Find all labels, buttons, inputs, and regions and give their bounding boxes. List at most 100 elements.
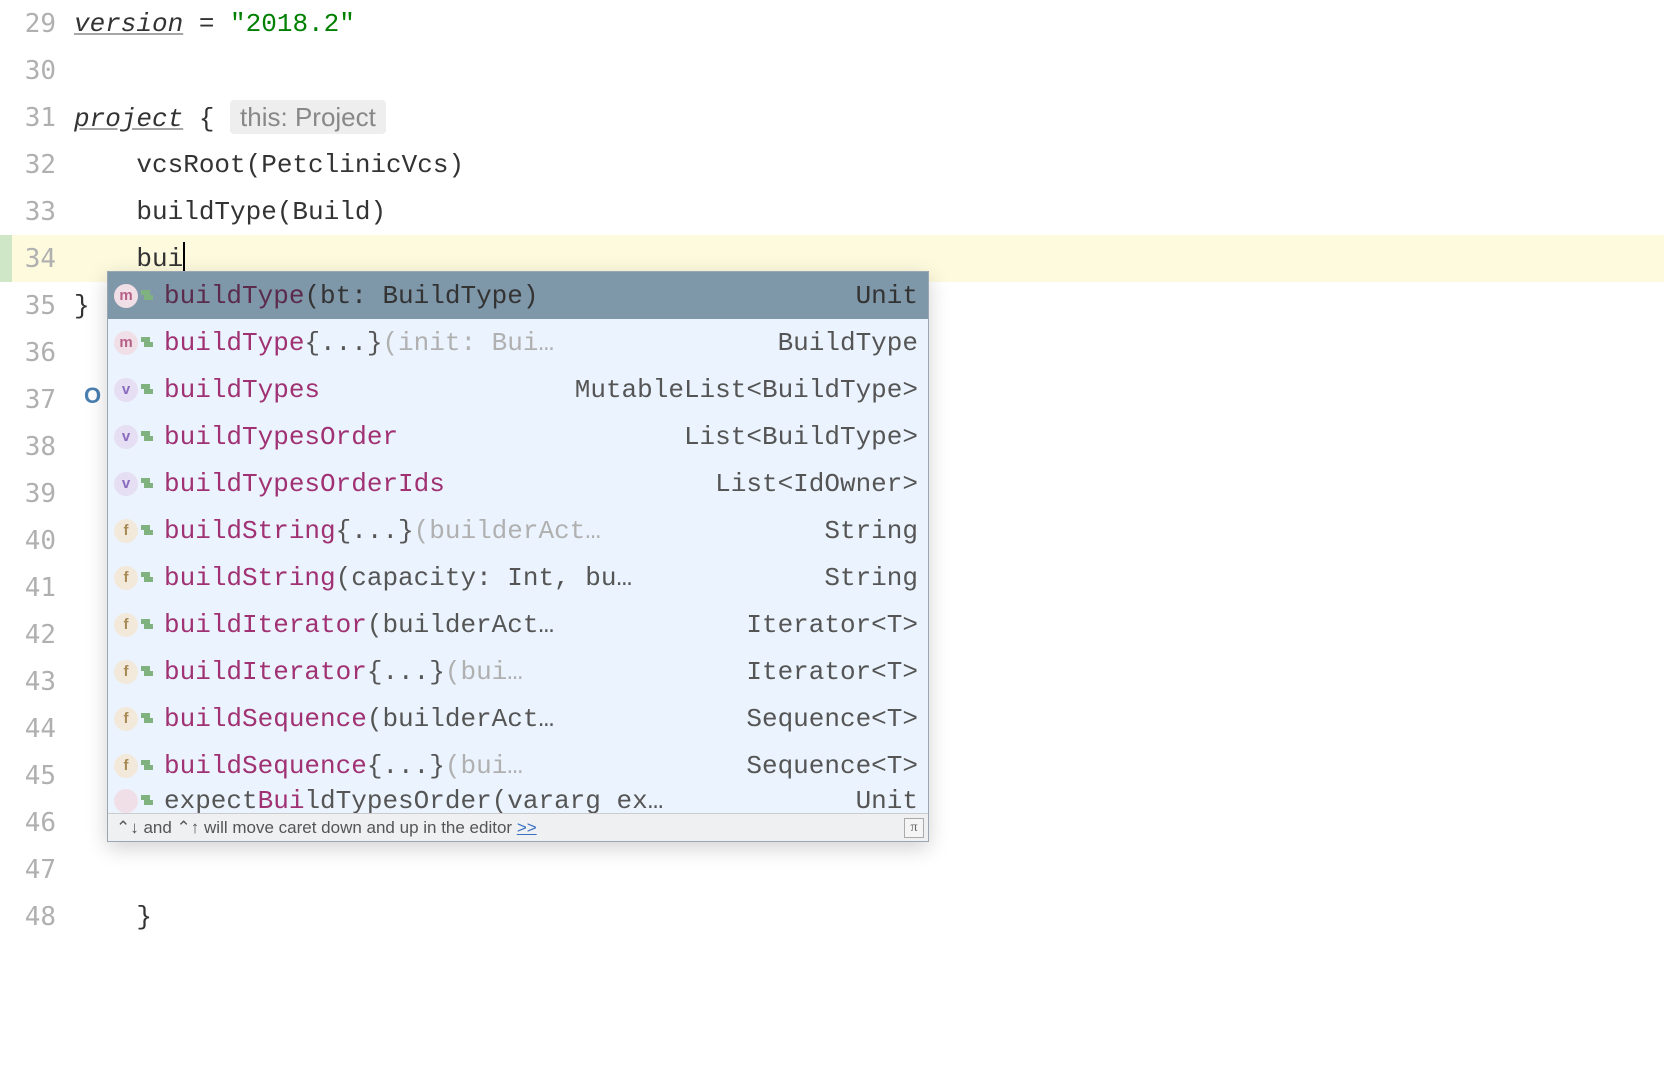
completion-return-type: Sequence<T>	[746, 751, 918, 781]
completion-item[interactable]: fbuildSequence {...} (bui…Sequence<T>	[108, 742, 928, 789]
method-icon: m	[114, 331, 138, 355]
kotlin-icon	[140, 712, 154, 726]
completion-return-type: Iterator<T>	[746, 610, 918, 640]
pi-button[interactable]: π	[904, 818, 924, 838]
completion-partial-hi: Bui	[258, 789, 305, 813]
completion-return-type: String	[824, 516, 918, 546]
code-editor[interactable]: 29version = "2018.2"3031project { this: …	[0, 0, 1664, 1090]
method-icon: m	[114, 284, 138, 308]
kotlin-icon	[140, 336, 154, 350]
line-marker	[0, 423, 12, 470]
function-icon: f	[114, 519, 138, 543]
line-number: 45	[12, 761, 74, 791]
completion-item[interactable]: vbuildTypesOrderIdsList<IdOwner>	[108, 460, 928, 507]
line-number: 35	[12, 291, 74, 321]
completion-return-type: Iterator<T>	[746, 657, 918, 687]
function-icon: f	[114, 754, 138, 778]
completion-footer: ⌃↓ and ⌃↑ will move caret down and up in…	[108, 813, 928, 841]
completion-footer-link[interactable]: >>	[517, 818, 537, 837]
line-number: 40	[12, 526, 74, 556]
completion-item[interactable]: vbuildTypesOrderList<BuildType>	[108, 413, 928, 460]
kotlin-icon	[140, 759, 154, 773]
line-marker	[0, 564, 12, 611]
line-number: 39	[12, 479, 74, 509]
line-marker	[0, 705, 12, 752]
line-marker	[0, 47, 12, 94]
line-number: 36	[12, 338, 74, 368]
code-content[interactable]: }	[74, 902, 1664, 932]
completion-return-type: String	[824, 563, 918, 593]
inline-hint: this: Project	[230, 100, 386, 134]
line-marker	[0, 329, 12, 376]
line-number: 41	[12, 573, 74, 603]
line-marker	[0, 893, 12, 940]
completion-item[interactable]: fbuildString(capacity: Int, bu…String	[108, 554, 928, 601]
completion-item[interactable]: mbuildType {...} (init: Bui…BuildType	[108, 319, 928, 366]
completion-item[interactable]: mbuildType(bt: BuildType)Unit	[108, 272, 928, 319]
kotlin-icon	[140, 289, 154, 303]
line-number: 48	[12, 902, 74, 932]
override-gutter-icon[interactable]: O	[84, 383, 101, 409]
code-line[interactable]: 32 vcsRoot(PetclinicVcs)	[0, 141, 1664, 188]
line-marker	[0, 799, 12, 846]
method-icon	[114, 789, 138, 813]
completion-partial-rest: ldTypesOrder(vararg ex…	[304, 789, 663, 813]
line-marker	[0, 376, 12, 423]
line-marker	[0, 611, 12, 658]
completion-item-partial: expect Bui ldTypesOrder(vararg ex… Unit	[108, 789, 928, 813]
line-marker	[0, 658, 12, 705]
line-marker	[0, 188, 12, 235]
kotlin-icon	[140, 524, 154, 538]
code-line[interactable]: 33 buildType(Build)	[0, 188, 1664, 235]
code-line[interactable]: 31project { this: Project	[0, 94, 1664, 141]
variable-icon: v	[114, 425, 138, 449]
line-marker	[0, 752, 12, 799]
kotlin-icon	[140, 571, 154, 585]
line-number: 44	[12, 714, 74, 744]
line-number: 37	[12, 385, 74, 415]
completion-footer-text: ⌃↓ and ⌃↑ will move caret down and up in…	[116, 818, 517, 837]
line-marker	[0, 141, 12, 188]
line-marker	[0, 282, 12, 329]
completion-item[interactable]: vbuildTypesMutableList<BuildType>	[108, 366, 928, 413]
variable-icon: v	[114, 378, 138, 402]
line-marker	[0, 470, 12, 517]
line-number: 34	[12, 244, 74, 274]
line-number: 38	[12, 432, 74, 462]
completion-item[interactable]: fbuildIterator(builderAct…Iterator<T>	[108, 601, 928, 648]
kotlin-icon	[140, 383, 154, 397]
code-line[interactable]: 29version = "2018.2"	[0, 0, 1664, 47]
code-content[interactable]: version = "2018.2"	[74, 9, 1664, 39]
code-line[interactable]: 48 }	[0, 893, 1664, 940]
line-marker	[0, 94, 12, 141]
code-content[interactable]: buildType(Build)	[74, 197, 1664, 227]
completion-popup[interactable]: mbuildType(bt: BuildType)UnitmbuildType …	[107, 271, 929, 842]
completion-return-type: MutableList<BuildType>	[575, 375, 918, 405]
line-number: 30	[12, 56, 74, 86]
completion-item[interactable]: fbuildString {...} (builderAct…String	[108, 507, 928, 554]
line-marker	[0, 517, 12, 564]
completion-return-type: Sequence<T>	[746, 704, 918, 734]
line-marker	[0, 846, 12, 893]
completion-item[interactable]: fbuildIterator {...} (bui…Iterator<T>	[108, 648, 928, 695]
line-number: 29	[12, 9, 74, 39]
line-number: 31	[12, 103, 74, 133]
kotlin-icon	[140, 665, 154, 679]
line-number: 47	[12, 855, 74, 885]
variable-icon: v	[114, 472, 138, 496]
code-line[interactable]: 47	[0, 846, 1664, 893]
kotlin-icon	[140, 618, 154, 632]
function-icon: f	[114, 707, 138, 731]
function-icon: f	[114, 566, 138, 590]
code-content[interactable]: project { this: Project	[74, 102, 1664, 134]
kotlin-icon	[140, 794, 154, 808]
code-content[interactable]: vcsRoot(PetclinicVcs)	[74, 150, 1664, 180]
line-marker	[0, 235, 12, 282]
completion-partial-pre: expect	[164, 789, 258, 813]
text-caret	[183, 242, 185, 272]
line-number: 32	[12, 150, 74, 180]
kotlin-icon	[140, 430, 154, 444]
completion-return-type: Unit	[856, 281, 918, 311]
completion-item[interactable]: fbuildSequence(builderAct…Sequence<T>	[108, 695, 928, 742]
code-line[interactable]: 30	[0, 47, 1664, 94]
